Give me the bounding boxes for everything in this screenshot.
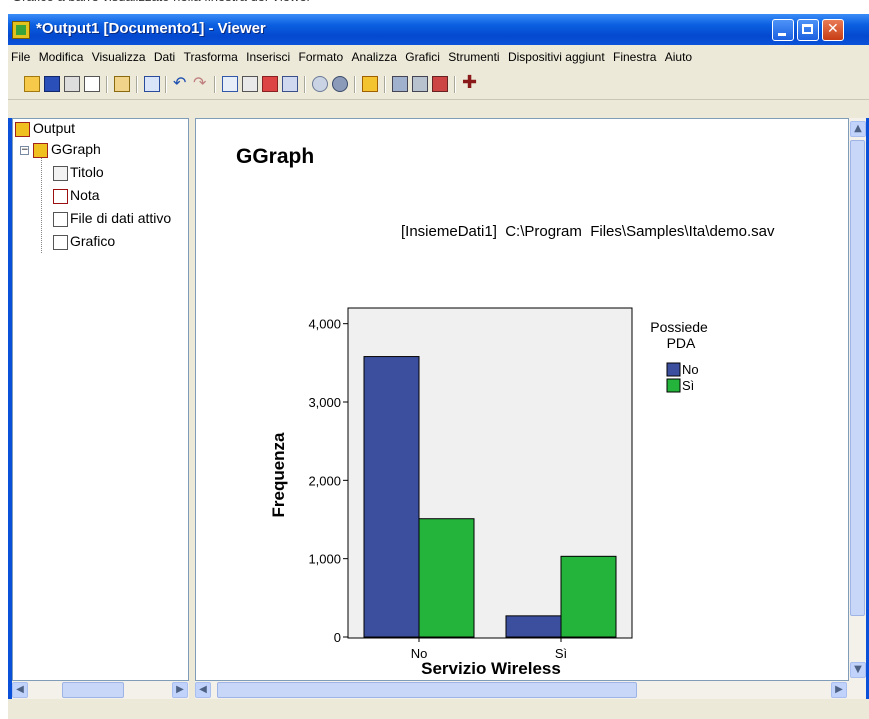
save-icon[interactable] bbox=[44, 76, 60, 92]
figure-caption: Grafico a barre visualizzato nella fines… bbox=[0, 0, 869, 12]
title-bar[interactable]: *Output1 [Documento1] - Viewer bbox=[8, 14, 869, 45]
dialog-recall-icon[interactable] bbox=[144, 76, 160, 92]
minimize-button[interactable] bbox=[772, 19, 794, 41]
menu-inserisci[interactable]: Inserisci bbox=[243, 45, 292, 64]
title-item-icon bbox=[53, 166, 68, 181]
bar-Sì-No[interactable] bbox=[505, 615, 562, 638]
scroll-right-icon[interactable]: ▶ bbox=[172, 682, 188, 698]
window-title: *Output1 [Documento1] - Viewer bbox=[36, 20, 266, 37]
variables-icon[interactable] bbox=[262, 76, 278, 92]
menu-modifica[interactable]: Modifica bbox=[36, 45, 86, 64]
outline-root-output[interactable]: Output bbox=[33, 120, 75, 136]
y-tick-label: 1,000 bbox=[308, 552, 341, 567]
toolbar-separator bbox=[354, 76, 356, 93]
menu-grafici[interactable]: Grafici bbox=[402, 45, 442, 64]
bar-chart[interactable]: 0 1,000 2,000 3,000 4,000 No Sì Frequenza Ser… bbox=[196, 119, 849, 681]
print-preview-icon[interactable] bbox=[84, 76, 100, 92]
menu-trasforma[interactable]: Trasforma bbox=[181, 45, 240, 64]
ggraph-book-icon bbox=[33, 143, 48, 158]
select-icon[interactable] bbox=[282, 76, 298, 92]
legend-title-line: PDA bbox=[667, 335, 696, 351]
data-file-item-icon bbox=[53, 212, 68, 227]
y-tick-label: 0 bbox=[334, 630, 341, 645]
redo-icon[interactable]: ↷ bbox=[193, 75, 209, 92]
toolbar-separator bbox=[214, 76, 216, 93]
scroll-left-icon[interactable]: ◀ bbox=[195, 682, 211, 698]
menu-formato[interactable]: Formato bbox=[296, 45, 346, 64]
menu-aiuto[interactable]: Aiuto bbox=[662, 45, 694, 64]
outline-item-grafico[interactable]: Grafico bbox=[70, 233, 115, 249]
open-icon[interactable] bbox=[24, 76, 40, 92]
menu-dati[interactable]: Dati bbox=[151, 45, 177, 64]
goto-case-icon[interactable] bbox=[242, 76, 258, 92]
x-axis-label: Servizio Wireless bbox=[421, 659, 561, 678]
note-item-icon bbox=[53, 189, 68, 204]
chart-item-icon bbox=[53, 235, 68, 250]
insert-chart-icon[interactable] bbox=[432, 76, 448, 92]
menu-bar: File Modifica Visualizza Dati Trasforma … bbox=[8, 45, 869, 69]
legend-title: Possiede PDA bbox=[650, 319, 711, 351]
y-axis-label: Frequenza bbox=[269, 432, 288, 518]
outline-scroll-thumb[interactable] bbox=[62, 682, 124, 698]
y-tick-label: 3,000 bbox=[308, 395, 341, 410]
bar-No-No[interactable] bbox=[363, 356, 420, 638]
export-icon[interactable] bbox=[114, 76, 130, 92]
maximize-button[interactable] bbox=[797, 19, 819, 41]
toolbar-separator bbox=[454, 76, 456, 93]
legend-label-Sì: Sì bbox=[682, 378, 694, 393]
goto-data-icon[interactable] bbox=[222, 76, 238, 92]
menu-dispositivi[interactable]: Dispositivi aggiunt bbox=[505, 45, 607, 64]
promote-icon[interactable] bbox=[362, 76, 378, 92]
undo-icon[interactable]: ↶ bbox=[173, 75, 189, 92]
tree-guide-line bbox=[41, 158, 43, 253]
bar-Sì-Sì[interactable] bbox=[560, 555, 617, 638]
toolbar-separator bbox=[384, 76, 386, 93]
y-tick-label: 4,000 bbox=[308, 317, 341, 332]
vertical-scrollbar[interactable]: ▲ ▼ bbox=[849, 118, 866, 681]
close-button[interactable] bbox=[822, 19, 844, 41]
outline-horizontal-scrollbar[interactable]: ◀ ▶ bbox=[12, 681, 189, 699]
content-scroll-thumb[interactable] bbox=[217, 682, 637, 698]
toolbar-separator bbox=[304, 76, 306, 93]
menu-analizza[interactable]: Analizza bbox=[349, 45, 399, 64]
print-icon[interactable] bbox=[64, 76, 80, 92]
plus-icon[interactable]: ✚ bbox=[462, 74, 478, 92]
status-area bbox=[8, 699, 869, 719]
output-book-icon bbox=[15, 122, 30, 137]
viewer-app-icon[interactable] bbox=[12, 21, 30, 39]
toolbar-separator bbox=[106, 76, 108, 93]
scroll-up-icon[interactable]: ▲ bbox=[850, 121, 866, 137]
outline-item-file-di-dati[interactable]: File di dati attivo bbox=[70, 210, 188, 226]
toolbar: ↶ ↷ ✚ bbox=[8, 69, 869, 100]
outline-item-nota[interactable]: Nota bbox=[70, 187, 100, 203]
toolbar-separator bbox=[136, 76, 138, 93]
scroll-down-icon[interactable]: ▼ bbox=[850, 662, 866, 678]
menu-finestra[interactable]: Finestra bbox=[610, 45, 658, 64]
scroll-left-icon[interactable]: ◀ bbox=[12, 682, 28, 698]
collapse-toggle-icon[interactable]: − bbox=[20, 146, 29, 155]
pane-top-border bbox=[8, 100, 869, 118]
scroll-right-icon[interactable]: ▶ bbox=[831, 682, 847, 698]
bar-No-Sì[interactable] bbox=[418, 518, 475, 638]
menu-file[interactable]: File bbox=[8, 45, 32, 64]
y-tick-label: 2,000 bbox=[308, 473, 341, 488]
hide-icon[interactable] bbox=[332, 76, 348, 92]
outline-item-titolo[interactable]: Titolo bbox=[70, 164, 104, 180]
vertical-scroll-thumb[interactable] bbox=[850, 140, 865, 616]
menu-strumenti[interactable]: Strumenti bbox=[445, 45, 501, 64]
viewer-window: *Output1 [Documento1] - Viewer File Modi… bbox=[8, 14, 869, 719]
legend-label-No: No bbox=[682, 362, 699, 377]
content-horizontal-scrollbar[interactable]: ◀ ▶ bbox=[195, 681, 866, 699]
outline-ggraph[interactable]: GGraph bbox=[51, 141, 101, 157]
insert-heading-icon[interactable] bbox=[392, 76, 408, 92]
toolbar-separator bbox=[165, 76, 167, 93]
content-pane[interactable]: GGraph [InsiemeDati1] C:\Program Files\S… bbox=[195, 118, 849, 681]
menu-visualizza[interactable]: Visualizza bbox=[89, 45, 148, 64]
legend-swatch-Sì bbox=[666, 378, 681, 393]
legend-title-line: Possiede bbox=[650, 319, 708, 335]
insert-title-icon[interactable] bbox=[412, 76, 428, 92]
legend-swatch-No bbox=[666, 362, 681, 377]
show-icon[interactable] bbox=[312, 76, 328, 92]
outline-pane[interactable]: Output − GGraph Titolo Nota File di dati… bbox=[12, 118, 189, 681]
